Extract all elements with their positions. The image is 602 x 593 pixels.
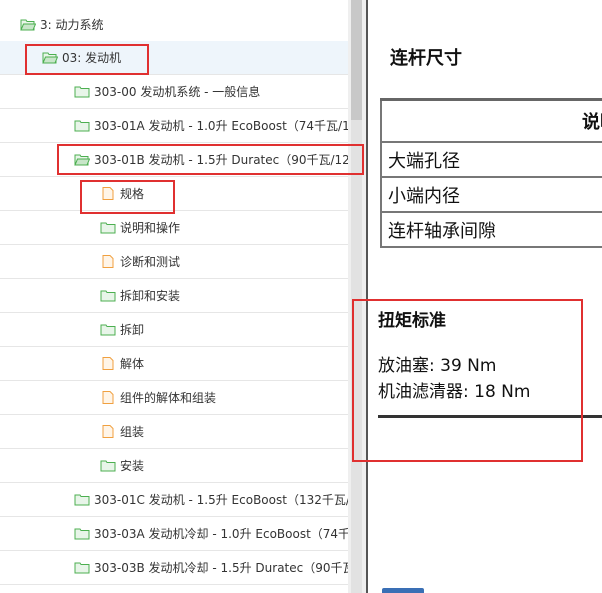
tree-item-component-disassembly-assembly[interactable]: 组件的解体和组装 bbox=[0, 381, 350, 415]
folder-icon bbox=[100, 460, 116, 472]
document-icon bbox=[102, 255, 114, 268]
tree-item-label: 组件的解体和组装 bbox=[120, 391, 217, 405]
tree-item-303-01c[interactable]: 303-01C 发动机 - 1.5升 EcoBoost（132千瓦/1 bbox=[0, 483, 350, 517]
tree-item-installation[interactable]: 安装 bbox=[0, 449, 350, 483]
tree-item-description-operation[interactable]: 说明和操作 bbox=[0, 211, 350, 245]
tree-item-label: 303-01C 发动机 - 1.5升 EcoBoost（132千瓦/1 bbox=[94, 493, 350, 507]
tree-item-303-03b[interactable]: 303-03B 发动机冷却 - 1.5升 Duratec（90千瓦 bbox=[0, 551, 350, 585]
navigation-tree: 3: 动力系统 03: 发动机 303-00 发动机系统 - 一般信息 303-… bbox=[0, 0, 350, 593]
folder-icon bbox=[74, 528, 90, 540]
tree-item-label: 303-03A 发动机冷却 - 1.0升 EcoBoost（74千7 bbox=[94, 527, 350, 541]
table-cell: 大端孔径 bbox=[380, 141, 602, 178]
table-row: 大端孔径 bbox=[380, 141, 602, 178]
table-header-description: 说明 bbox=[380, 98, 602, 143]
folder-icon bbox=[100, 324, 116, 336]
table-header-row: 说明 bbox=[380, 98, 602, 143]
tree-item-assembly[interactable]: 组装 bbox=[0, 415, 350, 449]
section-title: 连杆尺寸 bbox=[390, 48, 462, 69]
table-cell: 连杆轴承间隙 bbox=[380, 211, 602, 248]
folder-open-icon bbox=[74, 154, 90, 166]
document-icon bbox=[102, 357, 114, 370]
folder-icon bbox=[74, 120, 90, 132]
torque-title: 扭矩标准 bbox=[378, 311, 446, 331]
tree-item-label: 安装 bbox=[120, 459, 145, 473]
tree-item-label: 组装 bbox=[120, 425, 145, 439]
document-icon bbox=[102, 187, 114, 200]
tree-item-label: 303-00 发动机系统 - 一般信息 bbox=[94, 85, 261, 99]
tree-item-label: 303-01A 发动机 - 1.0升 EcoBoost（74千瓦/10 bbox=[94, 119, 350, 133]
tree-item-303-01b[interactable]: 303-01B 发动机 - 1.5升 Duratec（90千瓦/120- bbox=[0, 143, 350, 177]
folder-icon bbox=[74, 86, 90, 98]
bottom-button[interactable] bbox=[382, 588, 424, 593]
document-content: 连杆尺寸 说明 大端孔径 小端内径 连杆轴承间隙 扭矩标准 放油塞: 39 Nm… bbox=[368, 0, 602, 593]
folder-icon bbox=[100, 222, 116, 234]
tree-item-label: 3: 动力系统 bbox=[40, 18, 104, 32]
document-icon bbox=[102, 425, 114, 438]
tree-item-label: 303-03B 发动机冷却 - 1.5升 Duratec（90千瓦 bbox=[94, 561, 350, 575]
tree-item-powertrain[interactable]: 3: 动力系统 bbox=[0, 8, 350, 42]
tree-item-label: 303-01B 发动机 - 1.5升 Duratec（90千瓦/120- bbox=[94, 153, 350, 167]
tree-item-label: 说明和操作 bbox=[120, 221, 181, 235]
table-row: 小端内径 bbox=[380, 176, 602, 213]
tree-item-disassembly[interactable]: 解体 bbox=[0, 347, 350, 381]
spec-table: 说明 大端孔径 小端内径 连杆轴承间隙 bbox=[380, 98, 602, 248]
tree-item-label: 诊断和测试 bbox=[120, 255, 181, 269]
document-icon bbox=[102, 391, 114, 404]
torque-line: 机油滤清器: 18 Nm bbox=[378, 382, 531, 402]
tree-item-engine[interactable]: 03: 发动机 bbox=[0, 41, 350, 75]
tree-item-label: 规格 bbox=[120, 187, 145, 201]
scrollbar-thumb[interactable] bbox=[351, 0, 362, 120]
tree-item-303-00[interactable]: 303-00 发动机系统 - 一般信息 bbox=[0, 75, 350, 109]
folder-icon bbox=[74, 562, 90, 574]
folder-open-icon bbox=[20, 19, 36, 31]
tree-item-removal[interactable]: 拆卸 bbox=[0, 313, 350, 347]
table-cell: 小端内径 bbox=[380, 176, 602, 213]
folder-open-icon bbox=[42, 52, 58, 64]
torque-line: 放油塞: 39 Nm bbox=[378, 356, 497, 376]
torque-spec-section: 扭矩标准 放油塞: 39 Nm 机油滤清器: 18 Nm bbox=[378, 306, 602, 418]
tree-item-303-01a[interactable]: 303-01A 发动机 - 1.0升 EcoBoost（74千瓦/10 bbox=[0, 109, 350, 143]
folder-icon bbox=[100, 290, 116, 302]
tree-item-label: 解体 bbox=[120, 357, 145, 371]
tree-item-diagnosis-testing[interactable]: 诊断和测试 bbox=[0, 245, 350, 279]
table-row: 连杆轴承间隙 bbox=[380, 211, 602, 248]
tree-item-label: 03: 发动机 bbox=[62, 51, 122, 65]
tree-item-label: 拆卸和安装 bbox=[120, 289, 181, 303]
tree-scrollbar[interactable] bbox=[348, 0, 366, 593]
tree-item-label: 拆卸 bbox=[120, 323, 145, 337]
folder-icon bbox=[74, 494, 90, 506]
section-rule bbox=[378, 415, 602, 418]
tree-item-removal-installation[interactable]: 拆卸和安装 bbox=[0, 279, 350, 313]
tree-item-303-03a[interactable]: 303-03A 发动机冷却 - 1.0升 EcoBoost（74千7 bbox=[0, 517, 350, 551]
tree-item-specifications[interactable]: 规格 bbox=[0, 177, 350, 211]
